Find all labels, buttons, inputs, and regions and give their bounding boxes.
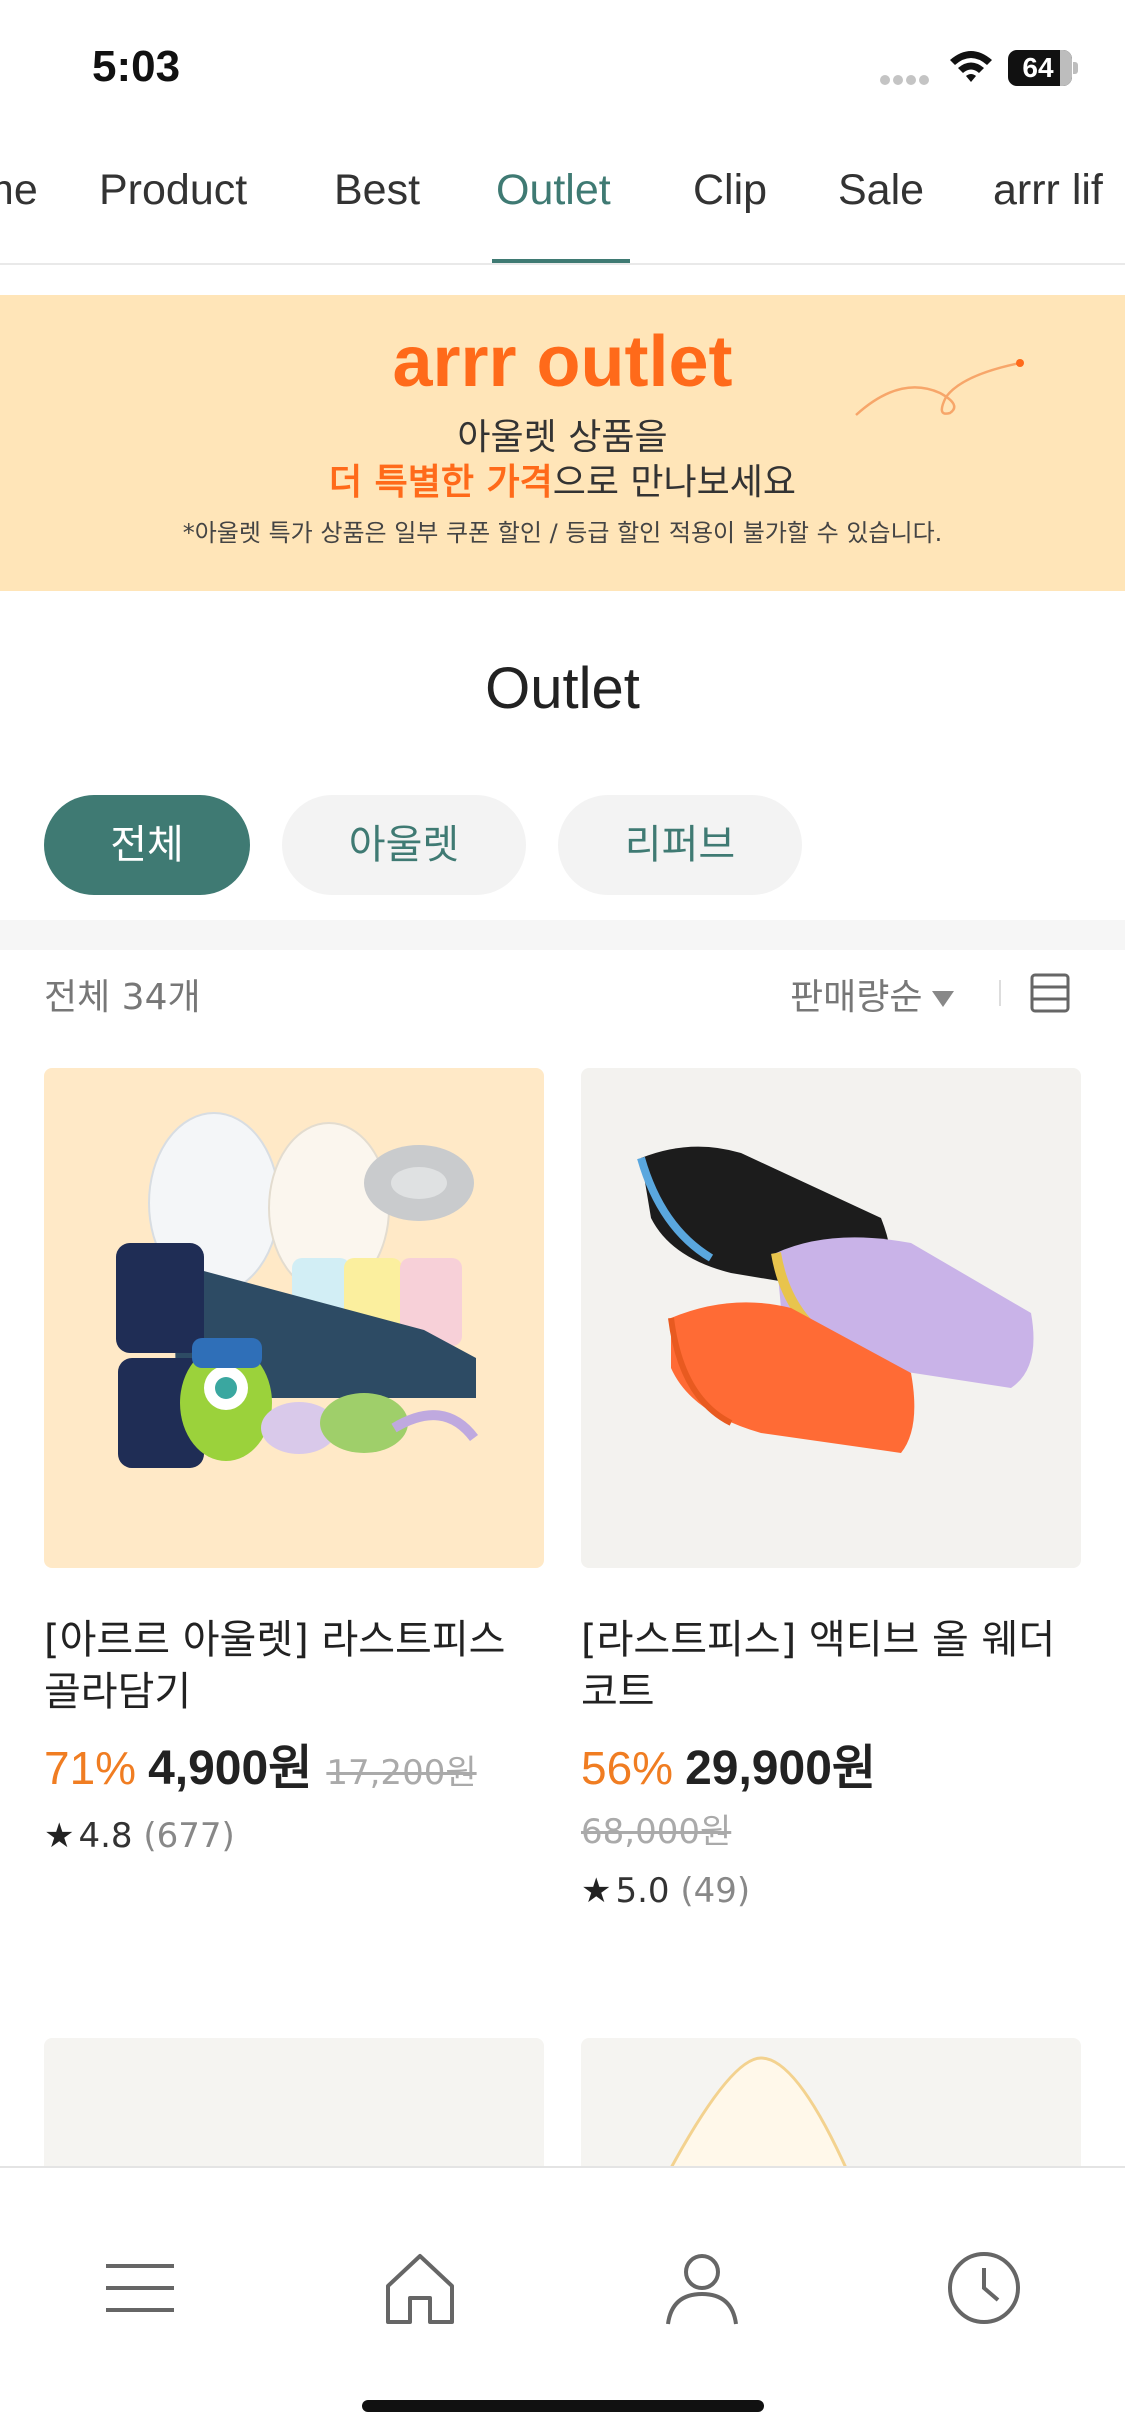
sort-separator	[999, 980, 1001, 1006]
battery-level: 64	[1022, 52, 1054, 83]
tab-product[interactable]: Product	[99, 140, 247, 263]
star-icon: ★	[44, 1816, 75, 1856]
category-tab-bar: me Product Best Outlet Clip Sale arrr li…	[0, 140, 1125, 265]
rating-value: 4.8	[78, 1816, 133, 1856]
rating-row: ★ 4.8 (677)	[44, 1816, 544, 1856]
status-bar: 5:03 64	[0, 0, 1125, 140]
wifi-icon	[950, 51, 992, 82]
home-icon[interactable]	[380, 2248, 460, 2328]
banner-line2-rest: 으로 만나보세요	[552, 462, 797, 503]
banner-line2: 더 특별한 가격으로 만나보세요	[0, 453, 1125, 505]
product-card-partial[interactable]	[44, 2038, 544, 2168]
battery-icon: 64	[1008, 50, 1078, 86]
cellular-signal-icon	[880, 70, 934, 85]
tab-best[interactable]: Best	[334, 140, 420, 263]
product-name[interactable]: [아르르 아울렛] 라스트피스 골라담기	[44, 1614, 544, 1718]
product-card-partial[interactable]	[581, 2038, 1081, 2168]
tab-home[interactable]: me	[0, 140, 38, 263]
user-icon[interactable]	[662, 2248, 742, 2328]
price-row: 71% 4,900원 17,200원	[44, 1728, 544, 1798]
price-row: 56% 29,900원 68,000원	[581, 1728, 1081, 1853]
sale-price: 29,900원	[685, 1742, 877, 1795]
list-view-toggle-icon[interactable]	[1030, 973, 1070, 1013]
total-count: 전체 34개	[44, 977, 201, 1018]
active-tab-indicator	[492, 259, 630, 263]
product-name[interactable]: [라스트피스] 액티브 올 웨더 코트	[581, 1614, 1081, 1718]
banner-note: *아울렛 특가 상품은 일부 쿠폰 할인 / 등급 할인 적용이 불가할 수 있…	[182, 519, 943, 547]
page-title: Outlet	[485, 656, 640, 721]
review-count: (677)	[143, 1816, 235, 1856]
product-card[interactable]: [라스트피스] 액티브 올 웨더 코트 56% 29,900원 68,000원 ★…	[581, 1068, 1081, 1911]
filter-chip-all[interactable]: 전체	[44, 795, 250, 895]
section-divider	[0, 920, 1125, 950]
tab-outlet[interactable]: Outlet	[496, 140, 611, 263]
tab-clip[interactable]: Clip	[693, 140, 767, 263]
sort-label: 판매량순	[790, 977, 923, 1018]
discount-rate: 71%	[44, 1742, 137, 1794]
star-icon: ★	[581, 1871, 612, 1911]
outlet-banner[interactable]: arrr outlet 아울렛 상품을 더 특별한 가격으로 만나보세요 *아울…	[0, 295, 1125, 591]
status-time: 5:03	[92, 42, 181, 91]
swirl-decoration-icon	[855, 359, 1024, 416]
rating-row: ★ 5.0 (49)	[581, 1871, 1081, 1911]
tab-arrr-life[interactable]: arrr lif	[993, 140, 1103, 263]
menu-icon[interactable]	[100, 2248, 180, 2328]
rating-value: 5.0	[615, 1871, 670, 1911]
home-indicator	[362, 2400, 764, 2412]
sort-dropdown[interactable]: 판매량순	[790, 968, 955, 1020]
filter-chip-refurb[interactable]: 리퍼브	[558, 795, 802, 895]
tab-sale[interactable]: Sale	[838, 140, 924, 263]
discount-rate: 56%	[581, 1742, 674, 1794]
review-count: (49)	[680, 1871, 751, 1911]
product-image[interactable]	[44, 1068, 544, 1568]
original-price: 17,200원	[326, 1753, 477, 1793]
filter-chip-outlet[interactable]: 아울렛	[282, 795, 526, 895]
bottom-nav-bar	[0, 2166, 1125, 2436]
sale-price: 4,900원	[148, 1742, 313, 1795]
product-card[interactable]: [아르르 아울렛] 라스트피스 골라담기 71% 4,900원 17,200원 ★ 4…	[44, 1068, 544, 1856]
product-image[interactable]	[581, 1068, 1081, 1568]
original-price: 68,000원	[581, 1812, 732, 1852]
clock-icon[interactable]	[944, 2248, 1024, 2328]
banner-highlight: 더 특별한 가격	[328, 462, 553, 503]
caret-down-icon	[932, 991, 955, 1007]
